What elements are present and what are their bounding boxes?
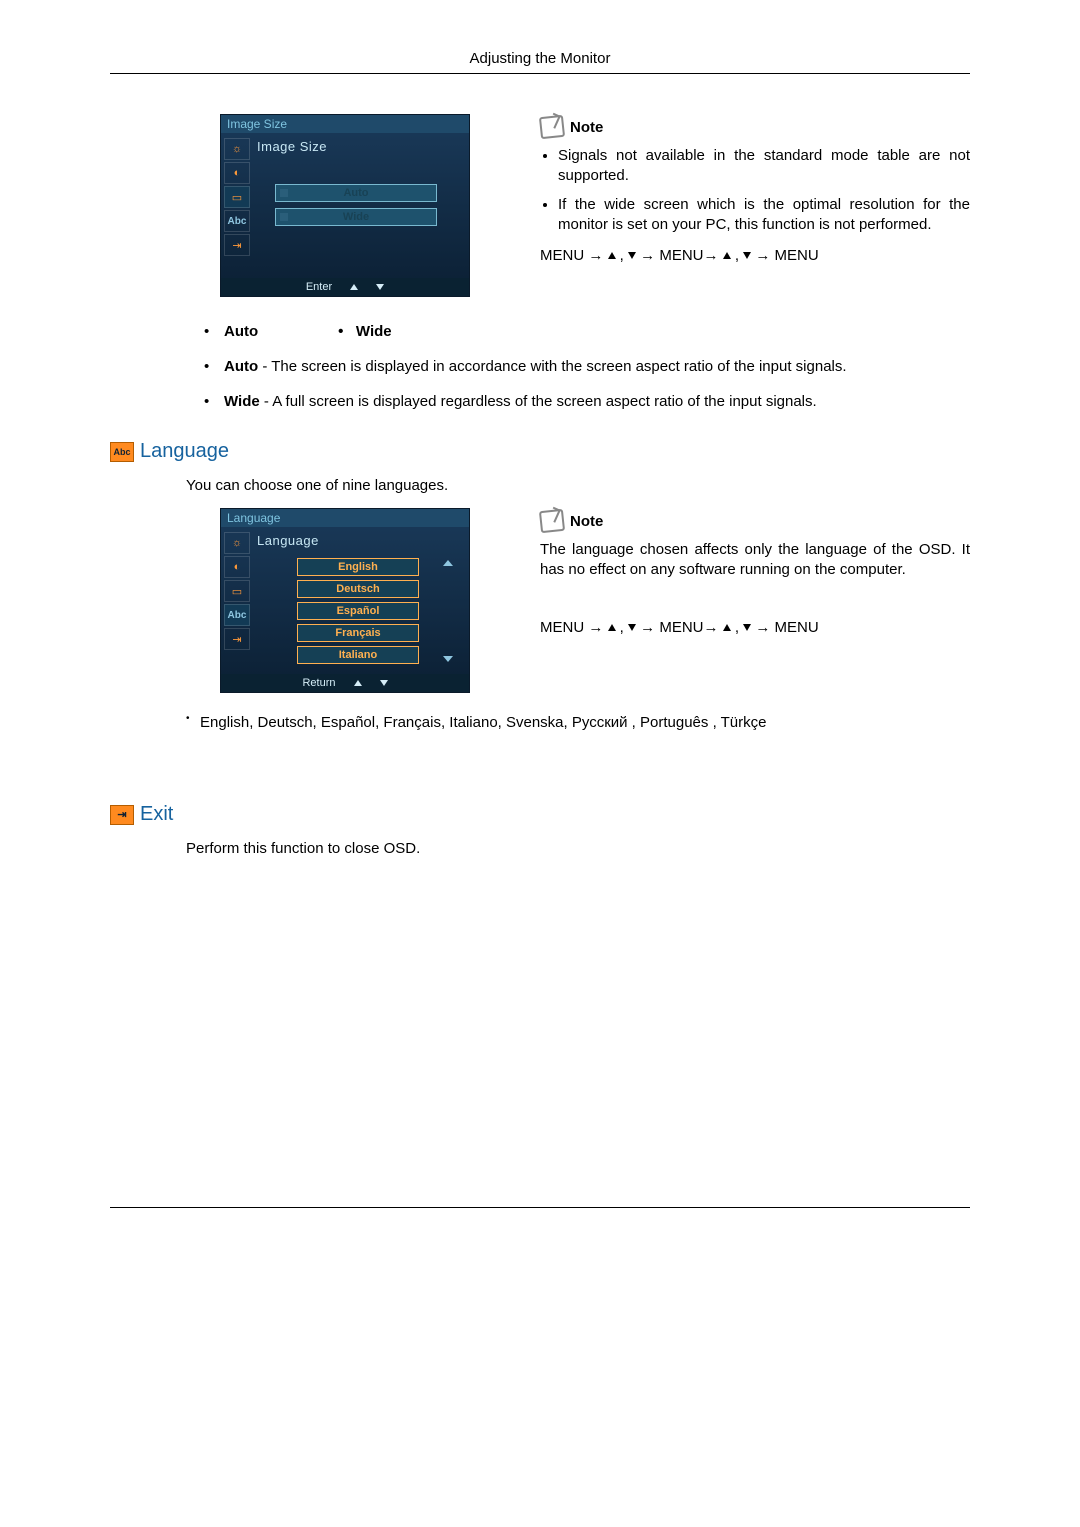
osd-lang-italiano[interactable]: Italiano [297,646,419,664]
nav-sequence: MENU → , → MENU→ , → MENU [540,245,970,268]
osd-lang-espanol[interactable]: Español [297,602,419,620]
page-footer-line [110,1207,970,1209]
exit-text: Perform this function to close OSD. [186,840,970,857]
osd-footer: Enter [221,278,469,296]
image-size-options-list: Auto • Wide Auto - The screen is display… [198,321,970,412]
image-size-note: Note Signals not available in the standa… [540,114,970,268]
note-icon [539,115,565,139]
color-icon: ◐ [224,162,250,184]
brightness-icon: ☼ [224,532,250,554]
color-icon: ◐ [224,556,250,578]
wide-description: Wide - A full screen is displayed regard… [198,391,970,412]
abc-icon: Abc [224,210,250,232]
language-note: Note The language chosen affects only th… [540,508,970,639]
osd-title: Language [221,509,469,527]
osd-footer-label: Enter [306,281,332,293]
exit-icon: ⇥ [224,234,250,256]
osd-title: Image Size [221,115,469,133]
brightness-icon: ☼ [224,138,250,160]
nav-sequence: MENU → , → MENU→ , → MENU [540,617,970,640]
all-languages-list: English, Deutsch, Español, Français, Ita… [186,711,970,735]
language-note-text: The language chosen affects only the lan… [540,540,970,581]
scroll-down-icon[interactable] [443,656,453,662]
osd-image-size: Image Size ☼ ◐ ▭ Abc ⇥ Image Size Auto W… [220,114,470,297]
osd-language: Language ☼ ◐ ▭ Abc ⇥ Language English De… [220,508,470,693]
osd-footer: Return [221,674,469,692]
osd-lang-english[interactable]: English [297,558,419,576]
scroll-up-icon[interactable] [443,560,453,566]
osd-option-auto[interactable]: Auto [275,184,437,202]
osd-lang-deutsch[interactable]: Deutsch [297,580,419,598]
page-header: Adjusting the Monitor [110,50,970,74]
up-arrow-icon [354,680,362,686]
osd-icon-column: ☼ ◐ ▭ Abc ⇥ [221,133,253,278]
exit-heading: ⇥ Exit [110,803,970,826]
language-intro: You can choose one of nine languages. [186,477,970,494]
size-icon: ▭ [224,580,250,602]
note-label: Note [570,119,603,136]
language-section-icon: Abc [110,442,134,462]
inline-options: Auto • Wide [198,321,970,342]
language-heading: Abc Language [110,440,970,463]
page-title: Adjusting the Monitor [470,50,611,67]
osd-lang-francais[interactable]: Français [297,624,419,642]
size-icon: ▭ [224,186,250,208]
exit-icon: ⇥ [224,628,250,650]
exit-section-icon: ⇥ [110,805,134,825]
up-arrow-icon [350,284,358,290]
down-arrow-icon [380,680,388,686]
note-item-2: If the wide screen which is the optimal … [558,195,970,236]
osd-footer-label: Return [302,677,335,689]
down-arrow-icon [376,284,384,290]
note-item-1: Signals not available in the standard mo… [558,146,970,187]
note-icon [539,509,565,533]
osd-subtitle: Language [257,533,459,548]
language-row: Language ☼ ◐ ▭ Abc ⇥ Language English De… [220,508,970,693]
osd-icon-column: ☼ ◐ ▭ Abc ⇥ [221,527,253,674]
note-label: Note [570,513,603,530]
osd-option-wide[interactable]: Wide [275,208,437,226]
abc-icon: Abc [224,604,250,626]
image-size-row: Image Size ☼ ◐ ▭ Abc ⇥ Image Size Auto W… [220,114,970,297]
osd-subtitle: Image Size [257,139,459,154]
auto-description: Auto - The screen is displayed in accord… [198,356,970,377]
